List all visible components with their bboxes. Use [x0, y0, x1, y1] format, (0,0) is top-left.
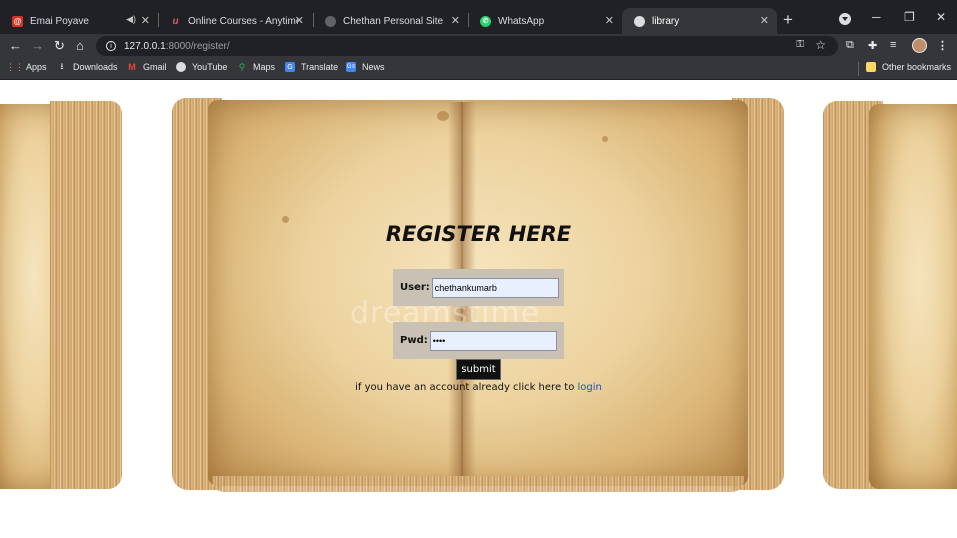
bookmark-label: Downloads — [73, 62, 118, 72]
password-label: Pwd: — [400, 335, 428, 346]
course-favicon-icon: u — [172, 15, 179, 27]
bookmark-youtube[interactable]: YouTube — [176, 62, 227, 72]
key-icon[interactable]: ⚿ — [796, 39, 804, 50]
globe-favicon-icon — [325, 15, 336, 27]
browser-toolbar: ← → ↻ ⌂ i 127.0.0.1 :8000/register/ ⚿ ☆ … — [0, 34, 957, 58]
bookmark-gmail[interactable]: M Gmail — [127, 62, 167, 72]
username-input[interactable] — [431, 277, 559, 298]
login-link[interactable]: login — [578, 382, 602, 393]
bookmark-label: News — [362, 62, 385, 72]
bookmark-label: Apps — [26, 62, 47, 72]
bookmarks-divider — [858, 62, 859, 76]
tab-strip: @ Emai Poyave ◀) ✕ u Online Courses - An… — [0, 0, 957, 34]
tab-online-courses[interactable]: u Online Courses - Anytime, An ✕ — [158, 8, 312, 34]
bookmark-label: Other bookmarks — [882, 62, 952, 72]
user-label: User: — [400, 282, 430, 293]
bookmark-news[interactable]: G≡ News — [346, 62, 385, 72]
site-info-icon[interactable]: i — [106, 41, 116, 51]
login-hint-text: if you have an account already click her… — [355, 382, 578, 393]
bookmark-translate[interactable]: G Translate — [285, 62, 338, 72]
reload-icon[interactable]: ↻ — [54, 37, 65, 55]
back-arrow-icon[interactable]: ← — [9, 37, 22, 55]
bookmark-downloads[interactable]: ⭳ Downloads — [57, 61, 118, 72]
bookmark-apps[interactable]: ⋮⋮ Apps — [6, 61, 47, 73]
home-icon[interactable]: ⌂ — [76, 37, 84, 55]
paper-stain — [282, 216, 289, 223]
whatsapp-favicon-icon: ✆ — [480, 15, 491, 27]
tab-title: Emai Poyave — [30, 15, 89, 27]
bookmark-star-icon[interactable]: ☆ — [815, 38, 826, 52]
tab-title: Online Courses - Anytime, An — [188, 15, 298, 27]
folder-icon — [866, 62, 876, 72]
translate-icon: G — [285, 62, 295, 72]
tab-library[interactable]: library ✕ — [622, 8, 777, 34]
bookmark-label: YouTube — [192, 62, 228, 72]
url-host: 127.0.0.1 — [124, 40, 166, 52]
menu-kebab-icon[interactable]: ⋮ — [937, 39, 948, 52]
maps-pin-icon: ⚲ — [238, 61, 246, 72]
gmail-icon: M — [128, 62, 136, 72]
paper-stain — [437, 111, 449, 121]
background-book-left — [0, 99, 135, 499]
profile-avatar[interactable] — [912, 38, 927, 53]
close-icon[interactable]: ✕ — [605, 14, 614, 27]
restore-icon[interactable]: ❐ — [904, 10, 915, 24]
book-bottom-edge — [212, 476, 744, 492]
extensions-puzzle-icon[interactable]: ✚ — [868, 39, 877, 52]
submit-button[interactable]: submit — [456, 359, 501, 380]
speaker-icon[interactable]: ◀) — [126, 14, 136, 25]
paper-stain — [602, 136, 608, 142]
other-bookmarks-folder[interactable]: Other bookmarks — [866, 62, 951, 72]
tab-title: library — [652, 15, 680, 27]
bookmark-label: Translate — [301, 62, 339, 72]
close-icon[interactable]: ✕ — [295, 14, 304, 27]
login-hint: if you have an account already click her… — [280, 382, 677, 393]
bookmark-label: Maps — [253, 62, 276, 72]
bookmark-label: Gmail — [143, 62, 167, 72]
download-icon: ⭳ — [60, 61, 64, 71]
tab-title: Chethan Personal Site — [343, 15, 444, 27]
window-close-icon[interactable]: ✕ — [936, 10, 946, 24]
media-router-icon[interactable]: ⧉ — [846, 39, 854, 52]
reading-list-icon[interactable]: ≡ — [890, 39, 896, 51]
close-icon[interactable]: ✕ — [141, 14, 150, 27]
tab-emai-poyave[interactable]: @ Emai Poyave ◀) ✕ — [0, 8, 158, 34]
tab-whatsapp[interactable]: ✆ WhatsApp ✕ — [468, 8, 622, 34]
close-icon[interactable]: ✕ — [451, 14, 460, 27]
globe-favicon-icon — [634, 15, 645, 27]
apps-grid-icon: ⋮⋮ — [6, 61, 24, 72]
page-title: REGISTER HERE — [385, 222, 572, 246]
background-book-right — [823, 99, 957, 499]
tab-search-icon[interactable] — [839, 13, 851, 25]
mail-favicon-icon: @ — [12, 15, 23, 27]
url-path: :8000/register/ — [165, 40, 230, 52]
book-page-edges — [50, 101, 122, 489]
tab-title: WhatsApp — [498, 15, 545, 27]
user-field-row: User: — [393, 269, 564, 306]
tab-chethan-personal-site[interactable]: Chethan Personal Site ✕ — [313, 8, 468, 34]
bookmarks-bar: ⋮⋮ Apps ⭳ Downloads M Gmail YouTube ⚲ Ma… — [0, 58, 957, 80]
password-field-row: Pwd: — [393, 322, 564, 359]
book-page — [869, 104, 957, 489]
minimize-icon[interactable]: ─ — [872, 10, 881, 24]
close-icon[interactable]: ✕ — [760, 14, 769, 27]
news-icon: G≡ — [346, 62, 356, 72]
bookmark-maps[interactable]: ⚲ Maps — [237, 61, 276, 73]
new-tab-button[interactable]: + — [783, 10, 793, 30]
forward-arrow-icon[interactable]: → — [31, 37, 44, 55]
page-viewport: dreamstime REGISTER HERE User: Pwd: subm… — [0, 81, 957, 538]
password-input[interactable] — [429, 330, 557, 351]
address-bar[interactable]: i 127.0.0.1 :8000/register/ ⚿ ☆ — [96, 36, 838, 56]
globe-icon — [176, 62, 186, 72]
